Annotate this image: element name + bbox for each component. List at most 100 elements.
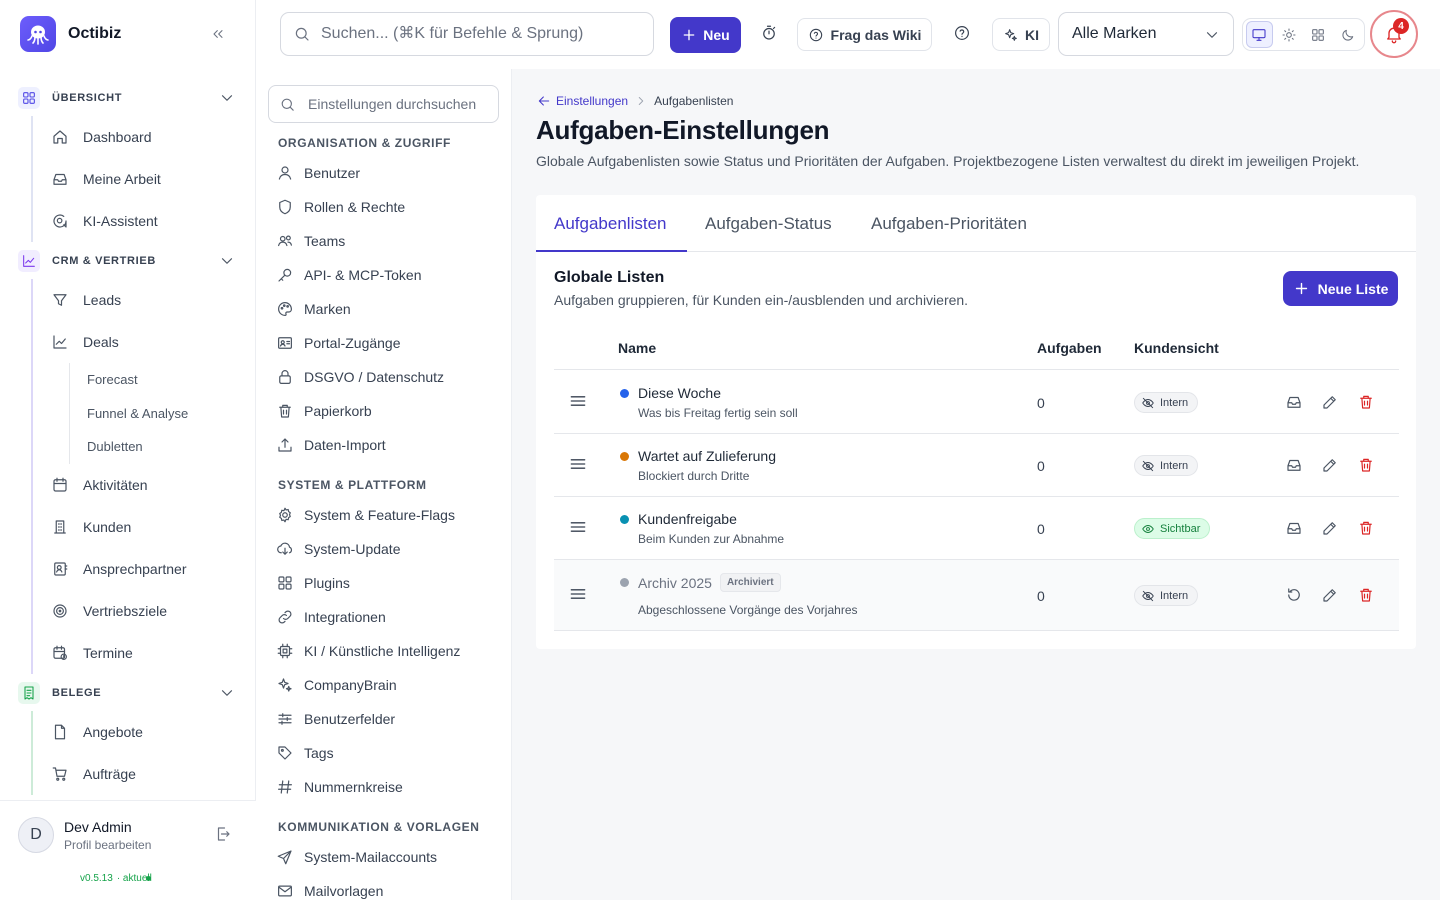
edit-icon[interactable] [1321, 519, 1339, 537]
palette-icon [278, 302, 292, 316]
drag-handle-icon[interactable] [568, 454, 588, 474]
edit-icon[interactable] [1321, 586, 1339, 604]
sidebar-item-aktivitaeten[interactable]: Aktivitäten [33, 464, 256, 506]
timer-icon[interactable] [760, 24, 778, 42]
help-icon[interactable] [953, 24, 971, 42]
grid-icon [278, 576, 292, 590]
sidebar-item-dashboard[interactable]: Dashboard [33, 116, 256, 158]
moon-icon[interactable] [1335, 21, 1361, 48]
settings-item-portal[interactable]: Portal-Zugänge [276, 326, 496, 360]
settings-item-system-update[interactable]: System-Update [276, 532, 496, 566]
logout-icon[interactable] [214, 825, 232, 843]
settings-item-label: Papierkorb [304, 403, 372, 419]
trash-icon[interactable] [1357, 456, 1375, 474]
list-subtitle: Aufgaben gruppieren, für Kunden ein-/aus… [554, 292, 969, 308]
settings-search[interactable] [268, 85, 499, 123]
new-list-button[interactable]: Neue Liste [1283, 271, 1398, 306]
list-name[interactable]: Diese Woche [638, 385, 721, 401]
settings-item-system-flags[interactable]: System & Feature-Flags [276, 498, 496, 532]
settings-item-ki[interactable]: KI / Künstliche Intelligenz [276, 634, 496, 668]
settings-item-mailaccounts[interactable]: System-Mailaccounts [276, 840, 496, 874]
settings-item-api-token[interactable]: API- & MCP-Token [276, 258, 496, 292]
group-crm-vertrieb[interactable]: CRM & VERTRIEB [0, 243, 256, 279]
archive-icon[interactable] [1285, 456, 1303, 474]
settings-item-rollen[interactable]: Rollen & Rechte [276, 190, 496, 224]
settings-item-tags[interactable]: Tags [276, 736, 496, 770]
sidebar-subitem-dubletten[interactable]: Dubletten [70, 430, 256, 464]
brand-select[interactable]: Alle Marken [1058, 12, 1234, 56]
ask-wiki-button[interactable]: Frag das Wiki [797, 18, 932, 51]
monitor-icon[interactable] [1246, 21, 1273, 48]
table-row[interactable]: Kundenfreigabe Beim Kunden zur Abnahme 0… [554, 497, 1399, 560]
settings-item-benutzerfelder[interactable]: Benutzerfelder [276, 702, 496, 736]
new-list-label: Neue Liste [1317, 280, 1389, 297]
settings-item-nummernkreise[interactable]: Nummernkreise [276, 770, 496, 804]
tab-aufgaben-status[interactable]: Aufgaben-Status [705, 214, 832, 234]
list-name[interactable]: Archiv 2025 Archiviert [638, 573, 781, 592]
settings-item-teams[interactable]: Teams [276, 224, 496, 258]
settings-item-papierkorb[interactable]: Papierkorb [276, 394, 496, 428]
settings-search-input[interactable] [308, 96, 498, 112]
archive-icon[interactable] [1285, 393, 1303, 411]
table-row[interactable]: Diese Woche Was bis Freitag fertig sein … [554, 371, 1399, 434]
settings-item-companybrain[interactable]: CompanyBrain [276, 668, 496, 702]
trash-icon[interactable] [1357, 519, 1375, 537]
drag-handle-icon[interactable] [568, 584, 588, 604]
settings-item-benutzer[interactable]: Benutzer [276, 156, 496, 190]
sidebar-item-auftraege[interactable]: Aufträge [33, 753, 256, 795]
group-belege[interactable]: BELEGE [0, 675, 256, 711]
edit-profile-link[interactable]: Profil bearbeiten [64, 838, 151, 852]
column-header-visibility[interactable]: Kundensicht [1134, 340, 1219, 356]
breadcrumb-back-link[interactable]: Einstellungen [536, 93, 628, 109]
table-row[interactable]: Archiv 2025 Archiviert Abgeschlossene Vo… [554, 560, 1399, 631]
ki-button[interactable]: KI [992, 18, 1050, 51]
avatar[interactable]: D [18, 817, 54, 853]
notifications-button[interactable] [1370, 10, 1418, 58]
settings-item-daten-import[interactable]: Daten-Import [276, 428, 496, 462]
drag-handle-icon[interactable] [568, 517, 588, 537]
sidebar-item-meine-arbeit[interactable]: Meine Arbeit [33, 158, 256, 200]
layout-grid-icon[interactable] [1305, 21, 1331, 48]
sidebar-item-termine[interactable]: Termine [33, 632, 256, 674]
new-button[interactable]: Neu [670, 17, 741, 53]
global-search[interactable] [280, 12, 654, 56]
sidebar-item-kunden[interactable]: Kunden [33, 506, 256, 548]
sidebar-subitem-forecast[interactable]: Forecast [70, 363, 256, 397]
trash-icon[interactable] [1357, 393, 1375, 411]
settings-item-dsgvo[interactable]: DSGVO / Datenschutz [276, 360, 496, 394]
group-uebersicht[interactable]: ÜBERSICHT [0, 80, 256, 116]
restore-icon[interactable] [1285, 586, 1303, 604]
list-name[interactable]: Kundenfreigabe [638, 511, 737, 527]
column-header-name[interactable]: Name [618, 340, 656, 356]
settings-item-label: Mailvorlagen [304, 883, 384, 899]
column-header-tasks[interactable]: Aufgaben [1037, 340, 1102, 356]
search-input[interactable] [321, 25, 641, 43]
tab-aufgaben-prioritaeten[interactable]: Aufgaben-Prioritäten [871, 214, 1027, 234]
edit-icon[interactable] [1321, 456, 1339, 474]
edit-icon[interactable] [1321, 393, 1339, 411]
sparkles-icon [278, 678, 292, 692]
ask-wiki-label: Frag das Wiki [830, 26, 922, 43]
tab-aufgabenlisten[interactable]: Aufgabenlisten [554, 214, 666, 234]
list-name[interactable]: Wartet auf Zulieferung [638, 448, 776, 464]
settings-item-integrationen[interactable]: Integrationen [276, 600, 496, 634]
sidebar-item-deals[interactable]: Deals [33, 321, 256, 363]
drag-handle-icon[interactable] [568, 391, 588, 411]
settings-item-mailvorlagen[interactable]: Mailvorlagen [276, 874, 496, 900]
settings-item-marken[interactable]: Marken [276, 292, 496, 326]
archive-icon[interactable] [1285, 519, 1303, 537]
group-items: Angebote Aufträge [31, 710, 256, 795]
sidebar-item-ansprechpartner[interactable]: Ansprechpartner [33, 548, 256, 590]
sidebar-subitem-funnel[interactable]: Funnel & Analyse [70, 397, 256, 431]
sidebar-item-angebote[interactable]: Angebote [33, 711, 256, 753]
brand[interactable]: Octibiz [20, 16, 121, 52]
table-row[interactable]: Wartet auf Zulieferung Blockiert durch D… [554, 434, 1399, 497]
sun-icon[interactable] [1276, 21, 1302, 48]
visibility-badge: Intern [1134, 392, 1199, 413]
sidebar-item-vertriebsziele[interactable]: Vertriebsziele [33, 590, 256, 632]
sidebar-item-leads[interactable]: Leads [33, 279, 256, 321]
settings-item-plugins[interactable]: Plugins [276, 566, 496, 600]
sidebar-item-ki-assistent[interactable]: KI-Assistent [33, 200, 256, 242]
trash-icon[interactable] [1357, 586, 1375, 604]
collapse-sidebar-icon[interactable] [208, 24, 228, 44]
